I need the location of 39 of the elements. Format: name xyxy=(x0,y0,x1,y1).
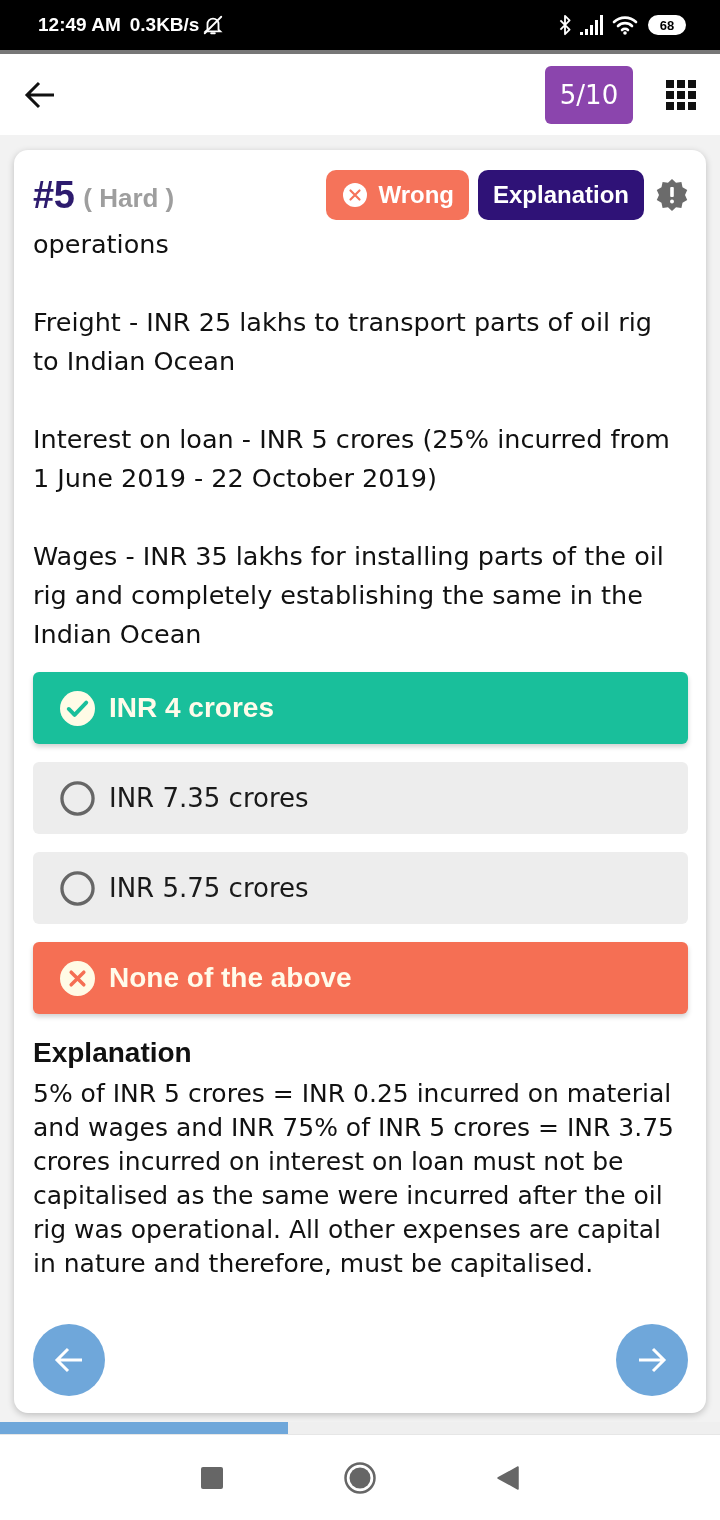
result-label: Wrong xyxy=(378,181,454,209)
answer-option[interactable]: INR 7.35 crores xyxy=(33,762,688,834)
radio-circle-icon xyxy=(60,870,95,906)
clock-time: 12:49 AM xyxy=(38,14,121,36)
cross-circle-icon xyxy=(343,183,368,207)
alert-badge-icon xyxy=(656,179,688,211)
answer-option[interactable]: INR 5.75 crores xyxy=(33,852,688,924)
battery-level: 68 xyxy=(648,15,686,35)
grid-icon xyxy=(666,79,696,110)
question-text: operations xyxy=(33,228,170,261)
radio-circle-icon xyxy=(60,780,95,816)
back-button[interactable] xyxy=(24,80,56,109)
question-text: Interest on loan - INR 5 crores (25% incurred from 1 June 2019 - 22 October 2019) xyxy=(33,423,671,495)
system-back-button[interactable] xyxy=(497,1465,519,1490)
cross-circle-icon xyxy=(60,960,95,996)
square-icon xyxy=(201,1466,223,1489)
signal-bars-icon xyxy=(580,15,604,35)
question-number: #5 xyxy=(33,173,75,217)
bell-off-icon xyxy=(202,14,225,36)
question-counter[interactable]: 5/10 xyxy=(545,65,633,124)
triangle-icon xyxy=(497,1465,519,1490)
explanation-text: 5% of INR 5 crores = INR 0.25 incurred on material and wages and INR 75% of INR 5 crores = INR 3.75 crores incurred on interest on loan must not be capitalised as the same were incurred after the oil rig was operational. All other expenses are capital in nature and therefore, must be capitalised. xyxy=(33,1078,675,1280)
explanation-heading: Explanation xyxy=(33,1036,193,1070)
right-arrow-icon xyxy=(637,1345,667,1375)
grid-menu-button[interactable] xyxy=(666,79,696,110)
ring-circle-icon xyxy=(344,1461,376,1494)
home-button[interactable] xyxy=(344,1461,376,1494)
bluetooth-icon xyxy=(558,14,572,36)
check-circle-icon xyxy=(60,690,95,726)
network-speed: 0.3KB/s xyxy=(129,14,200,36)
wifi-icon xyxy=(612,15,638,35)
left-arrow-icon xyxy=(54,1345,84,1375)
explanation-button[interactable]: Explanation xyxy=(477,170,644,220)
back-arrow-icon xyxy=(24,80,56,109)
question-text: Freight - INR 25 lakhs to transport parts of oil rig to Indian Ocean xyxy=(33,306,653,378)
report-button[interactable] xyxy=(656,179,688,211)
question-text: Wages - INR 35 lakhs for installing parts of the oil rig and completely establishing the same in the Indian Ocean xyxy=(33,540,665,651)
recents-button[interactable] xyxy=(201,1466,223,1489)
difficulty-label: ( Hard ) xyxy=(83,182,175,214)
